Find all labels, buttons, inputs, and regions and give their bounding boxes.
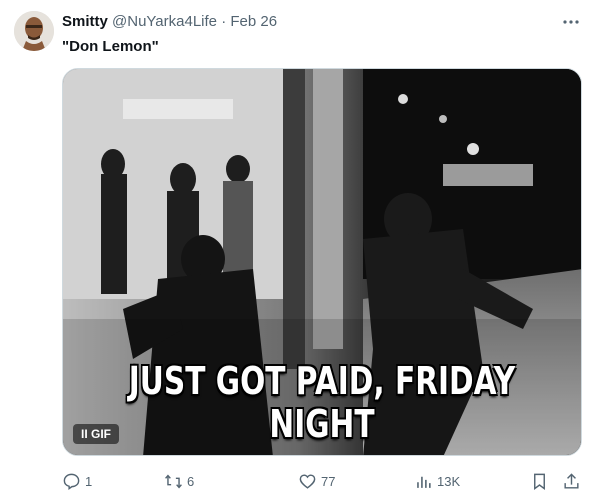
user-handle[interactable]: @NuYarka4Life	[112, 13, 217, 30]
share-button[interactable]	[562, 470, 585, 492]
like-button[interactable]: 77	[298, 470, 335, 492]
display-name[interactable]: Smitty	[62, 13, 108, 30]
views-button[interactable]: 13K	[414, 470, 460, 492]
gif-caption-line1: JUST GOT PAID, FRIDAY	[128, 359, 516, 403]
bookmark-icon	[534, 473, 545, 490]
separator-dot: ·	[221, 13, 227, 30]
gif-media[interactable]: JUST GOT PAID, FRIDAY NIGHT II GIF	[62, 68, 582, 456]
repost-count: 6	[187, 473, 195, 489]
tweet-actions: 1 6 77 13K	[62, 470, 582, 492]
heart-icon	[299, 473, 316, 489]
tweet[interactable]: Smitty @NuYarka4Life · Feb 26 "Don Lemon…	[0, 0, 595, 499]
avatar[interactable]	[14, 11, 54, 51]
gif-caption-line2: NIGHT	[269, 402, 375, 446]
reply-icon	[63, 473, 80, 490]
reply-count: 1	[85, 473, 93, 489]
repost-button[interactable]: 6	[164, 470, 194, 492]
tweet-header: Smitty @NuYarka4Life · Feb 26	[62, 12, 555, 32]
tweet-text: "Don Lemon"	[62, 38, 159, 55]
repost-icon	[165, 473, 182, 489]
tweet-date[interactable]: Feb 26	[230, 13, 277, 30]
share-icon	[564, 472, 579, 489]
analytics-icon	[417, 476, 431, 488]
reply-button[interactable]: 1	[62, 470, 92, 492]
gif-label: GIF	[91, 427, 112, 441]
gif-badge[interactable]: II GIF	[73, 424, 120, 444]
more-icon[interactable]	[561, 12, 581, 32]
like-count: 77	[321, 473, 336, 489]
bookmark-button[interactable]	[530, 470, 553, 492]
view-count: 13K	[437, 473, 461, 489]
pause-icon[interactable]: II	[81, 427, 88, 441]
